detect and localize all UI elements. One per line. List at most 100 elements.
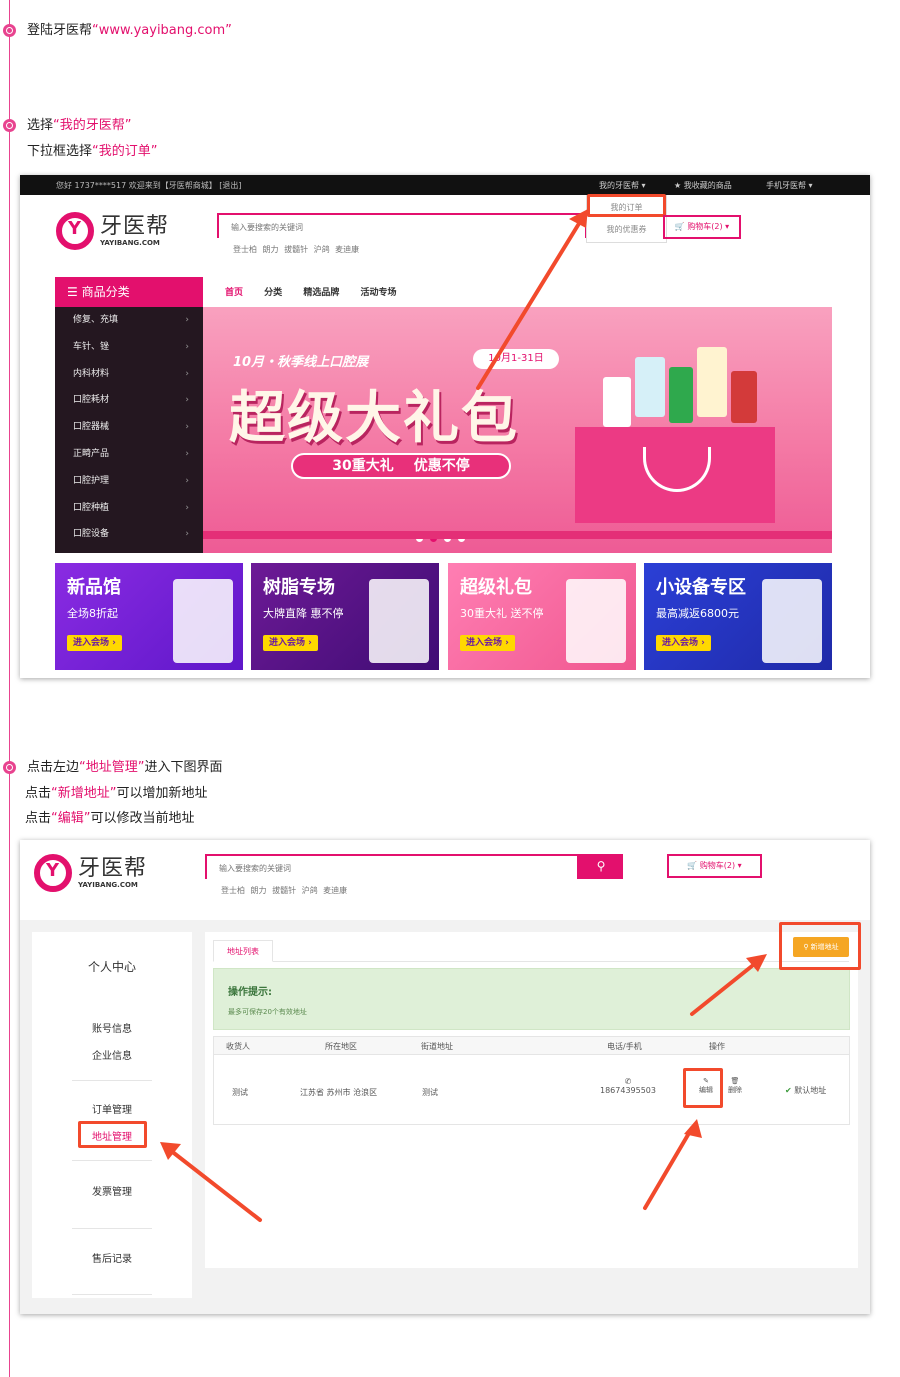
tutorial-page: 登陆牙医帮“www.yayibang.com” 选择“我的牙医帮” 下拉框选择“…	[0, 0, 900, 1377]
sidebar-item-account[interactable]: 账号信息	[32, 1020, 192, 1035]
address-screenshot: 牙医帮 YAYIBANG.COM ⚲ 登士柏 朗力 拔髓针 沪鸽 麦迪康 🛒 购…	[20, 840, 870, 1314]
step-highlight: “编辑”	[51, 811, 91, 826]
promo-gift-pack[interactable]: 超级礼包 30重大礼 送不停 进入会场 ›	[448, 563, 636, 670]
divider	[72, 1080, 152, 1081]
enter-button[interactable]: 进入会场 ›	[460, 635, 515, 651]
logo-name: 牙医帮	[100, 214, 170, 239]
nav-category[interactable]: 分类	[264, 288, 282, 298]
enter-button[interactable]: 进入会场 ›	[67, 635, 122, 651]
phone-number: 18674395503	[600, 1086, 656, 1095]
divider	[72, 1294, 152, 1295]
category-item[interactable]: 口腔种植 ›	[55, 495, 203, 522]
promo-resin[interactable]: 树脂专场 大牌直降 惠不停 进入会场 ›	[251, 563, 439, 670]
cart-button[interactable]: 🛒 购物车(2) ▾	[667, 854, 762, 878]
tab-divider	[213, 961, 849, 962]
promo-small-equipment[interactable]: 小设备专区 最高减返6800元 进入会场 ›	[644, 563, 832, 670]
table-row: 测试 江苏省 苏州市 沧浪区 测试 ✆ 18674395503 ✎ 编辑 🗑 删除 ✔…	[214, 1055, 849, 1124]
hot-keywords[interactable]: 登士柏 朗力 拔髓针 沪鸽 麦迪康	[233, 244, 359, 255]
step-highlight: “我的牙医帮”	[53, 118, 132, 133]
main-nav: 首页 分类 精选品牌 活动专场	[225, 285, 414, 298]
step-dot	[3, 24, 16, 37]
step-text: 点击	[25, 786, 52, 801]
column-header: 操作	[709, 1042, 725, 1051]
category-item[interactable]: 口腔器械 ›	[55, 414, 203, 441]
favorites-link[interactable]: ★ 我收藏的商品	[674, 180, 732, 191]
mobile-menu[interactable]: 手机牙医帮 ▾	[766, 180, 813, 191]
enter-button[interactable]: 进入会场 ›	[656, 635, 711, 651]
logo-icon	[56, 212, 94, 250]
chevron-right-icon: ›	[185, 448, 189, 459]
my-coupons-item[interactable]: 我的优惠券	[587, 224, 666, 235]
category-item[interactable]: 车针、锉 ›	[55, 334, 203, 361]
tip-text: 最多可保存20个有效地址	[228, 1008, 307, 1016]
step-text: 点击左边	[27, 760, 80, 775]
sidebar-item-company[interactable]: 企业信息	[32, 1047, 192, 1062]
search-icon: ⚲	[596, 859, 606, 873]
search-box: ⚲	[205, 854, 623, 879]
product-image	[566, 579, 626, 663]
banner-headline: 超级大礼包	[229, 386, 519, 451]
logo[interactable]: 牙医帮 YAYIBANG.COM	[56, 212, 169, 250]
category-item[interactable]: 口腔护理 ›	[55, 468, 203, 495]
logo-domain: YAYIBANG.COM	[100, 239, 160, 247]
search-button[interactable]: ⚲	[579, 854, 623, 879]
step-text: 点击	[25, 811, 52, 826]
category-item[interactable]: 内科材料 ›	[55, 361, 203, 388]
nav-home[interactable]: 首页	[225, 288, 243, 298]
step-dropdown: 下拉框选择“我的订单”	[27, 139, 158, 165]
site-link[interactable]: “www.yayibang.com”	[92, 23, 232, 38]
category-list: 修复、充填 › 车针、锉 › 内科材料 › 口腔耗材 › 口腔器械 › 正畸产品 › 口腔护…	[55, 307, 203, 553]
divider	[72, 1228, 152, 1229]
category-header[interactable]: ☰ 商品分类	[55, 277, 203, 307]
top-bar: 您好 1737****517 欢迎来到【牙医帮商城】 [退出] 我的牙医帮 ▾ …	[20, 175, 870, 195]
sidebar-item-aftersale[interactable]: 售后记录	[32, 1250, 192, 1265]
step-dot	[3, 119, 16, 132]
search-input[interactable]	[207, 858, 577, 879]
step-text: 下拉框选择	[27, 144, 93, 159]
cart-label: 购物车(2) ▾	[687, 222, 730, 231]
search-box	[217, 213, 587, 238]
step-dot	[3, 761, 16, 774]
table-header: 收货人 所在地区 街道地址 电话/手机 操作	[214, 1037, 849, 1055]
logo[interactable]: 牙医帮 YAYIBANG.COM	[34, 854, 147, 892]
category-item[interactable]: 口腔设备 ›	[55, 521, 203, 548]
tab-address-list[interactable]: 地址列表	[213, 940, 273, 962]
nav-events[interactable]: 活动专场	[360, 288, 396, 298]
default-label: 默认地址	[794, 1086, 827, 1095]
chevron-right-icon: ›	[185, 395, 189, 406]
cart-button[interactable]: 🛒 购物车(2) ▾	[663, 215, 741, 239]
step-text: 可以修改当前地址	[90, 811, 195, 826]
search-input[interactable]	[219, 217, 585, 238]
step-address: 点击左边“地址管理”进入下图界面	[27, 755, 223, 781]
my-yayibang-menu[interactable]: 我的牙医帮 ▾	[599, 180, 646, 191]
step-highlight: “新增地址”	[51, 786, 117, 801]
step-text: 可以增加新地址	[116, 786, 208, 801]
chevron-right-icon: ›	[185, 341, 189, 352]
promo-new-products[interactable]: 新品馆 全场8折起 进入会场 ›	[55, 563, 243, 670]
hot-keywords[interactable]: 登士柏 朗力 拔髓针 沪鸽 麦迪康	[221, 885, 347, 896]
cell-region: 江苏省 苏州市 沧浪区	[300, 1088, 378, 1097]
chevron-right-icon: ›	[185, 502, 189, 513]
category-item[interactable]: 口腔耗材 ›	[55, 387, 203, 414]
divider	[72, 1160, 152, 1161]
step-select: 选择“我的牙医帮”	[27, 113, 132, 139]
nav-brands[interactable]: 精选品牌	[303, 288, 339, 298]
sidebar-item-invoice[interactable]: 发票管理	[32, 1183, 192, 1198]
products-image	[583, 347, 773, 437]
column-header: 街道地址	[421, 1042, 453, 1051]
sidebar-item-orders[interactable]: 订单管理	[32, 1101, 192, 1116]
step-edit: 点击“编辑”可以修改当前地址	[25, 806, 195, 832]
delete-button[interactable]: 🗑 删除	[726, 1077, 744, 1095]
default-address[interactable]: ✔ 默认地址	[785, 1085, 826, 1096]
category-item[interactable]: 正畸产品 ›	[55, 441, 203, 468]
enter-button[interactable]: 进入会场 ›	[263, 635, 318, 651]
column-header: 所在地区	[325, 1042, 357, 1051]
step-add: 点击“新增地址”可以增加新地址	[25, 781, 208, 807]
hero-banner[interactable]: 10月・秋季线上口腔展 10月1-31日 超级大礼包 30重大礼 优惠不停	[203, 307, 832, 553]
address-panel: 地址列表 操作提示: 最多可保存20个有效地址 收货人 所在地区 街道地址 电话…	[205, 932, 858, 1268]
trash-icon: 🗑	[730, 1077, 740, 1085]
highlight-box	[779, 922, 861, 970]
category-item[interactable]: 修复、充填 ›	[55, 307, 203, 334]
logo-icon	[34, 854, 72, 892]
banner-pill: 30重大礼 优惠不停	[291, 453, 511, 479]
